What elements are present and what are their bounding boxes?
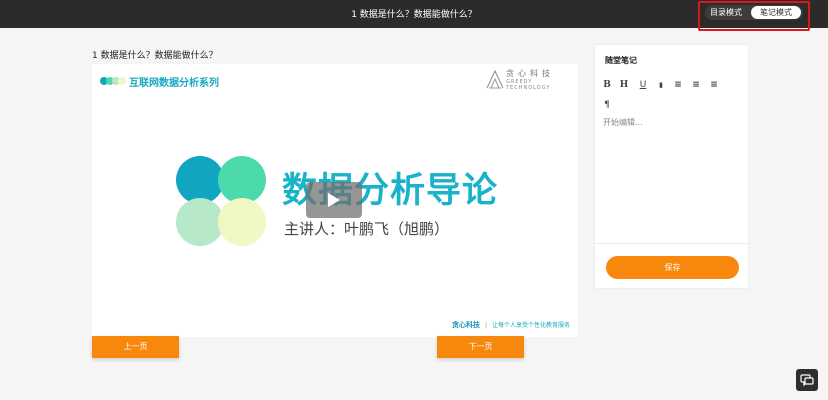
- slide-circle-2: [218, 156, 266, 204]
- next-page-button[interactable]: 下一页: [437, 336, 524, 358]
- slide-footer-slogan: 让每个人享受个性化教育服务: [491, 322, 570, 329]
- slide-circle-3: [176, 198, 224, 246]
- slide-series-title: 互联网数据分析系列: [129, 78, 219, 89]
- company-name-cn: 贪心科技: [506, 69, 554, 78]
- slide-footer: 贪心科技 | 让每个人享受个性化教育服务: [452, 320, 570, 330]
- chat-button[interactable]: [796, 369, 818, 391]
- play-button[interactable]: [306, 182, 362, 218]
- notes-panel: 随堂笔记 B H U ▮ ≡ ≡ ≡ ¶ 开始编辑... 保存: [594, 44, 750, 289]
- save-button[interactable]: 保存: [606, 256, 739, 279]
- align-right-icon[interactable]: ≡: [708, 79, 720, 91]
- chat-icon: [800, 374, 814, 387]
- bold-icon[interactable]: B: [601, 79, 613, 91]
- editor-toolbar: B H U ▮ ≡ ≡ ≡ ¶: [601, 79, 743, 113]
- quote-icon[interactable]: ¶: [601, 99, 613, 111]
- directory-mode-tab[interactable]: 目录模式: [710, 7, 742, 18]
- slide-footer-brand: 贪心科技: [451, 321, 480, 329]
- lesson-title: 1 数据是什么？数据能做什么？: [92, 51, 218, 61]
- editor-divider: [595, 243, 750, 244]
- slide-footer-separator: |: [484, 322, 487, 329]
- underline-icon[interactable]: U: [637, 79, 649, 91]
- heading-icon[interactable]: H: [618, 79, 630, 91]
- align-left-icon[interactable]: ≡: [672, 79, 684, 91]
- slide-lecturer: 主讲人：叶鹏飞（旭鹏）: [284, 220, 450, 238]
- align-center-icon[interactable]: ≡: [690, 79, 702, 91]
- notes-mode-tab[interactable]: 笔记模式: [751, 6, 801, 19]
- company-logo-icon: [486, 69, 504, 89]
- company-logo: 贪心科技 GREEDY TECHNOLOGY: [486, 68, 576, 91]
- slide-circle-1: [176, 156, 224, 204]
- notes-title: 随堂笔记: [605, 56, 637, 65]
- mode-toggle[interactable]: 目录模式 笔记模式: [705, 5, 803, 20]
- series-logo-icon: [100, 77, 126, 85]
- prev-page-button[interactable]: 上一页: [92, 336, 179, 358]
- slide-circle-4: [218, 198, 266, 246]
- company-name-en: GREEDY TECHNOLOGY: [506, 79, 551, 91]
- bookmark-icon[interactable]: ▮: [655, 79, 667, 91]
- play-icon: [328, 193, 340, 207]
- notes-editor[interactable]: 开始编辑...: [603, 117, 743, 247]
- video-player[interactable]: 互联网数据分析系列 贪心科技 GREEDY TECHNOLOGY 数据分析导论 …: [92, 64, 578, 337]
- top-bar: 1 数据是什么？数据能做什么？ 目录模式 笔记模式: [0, 0, 828, 31]
